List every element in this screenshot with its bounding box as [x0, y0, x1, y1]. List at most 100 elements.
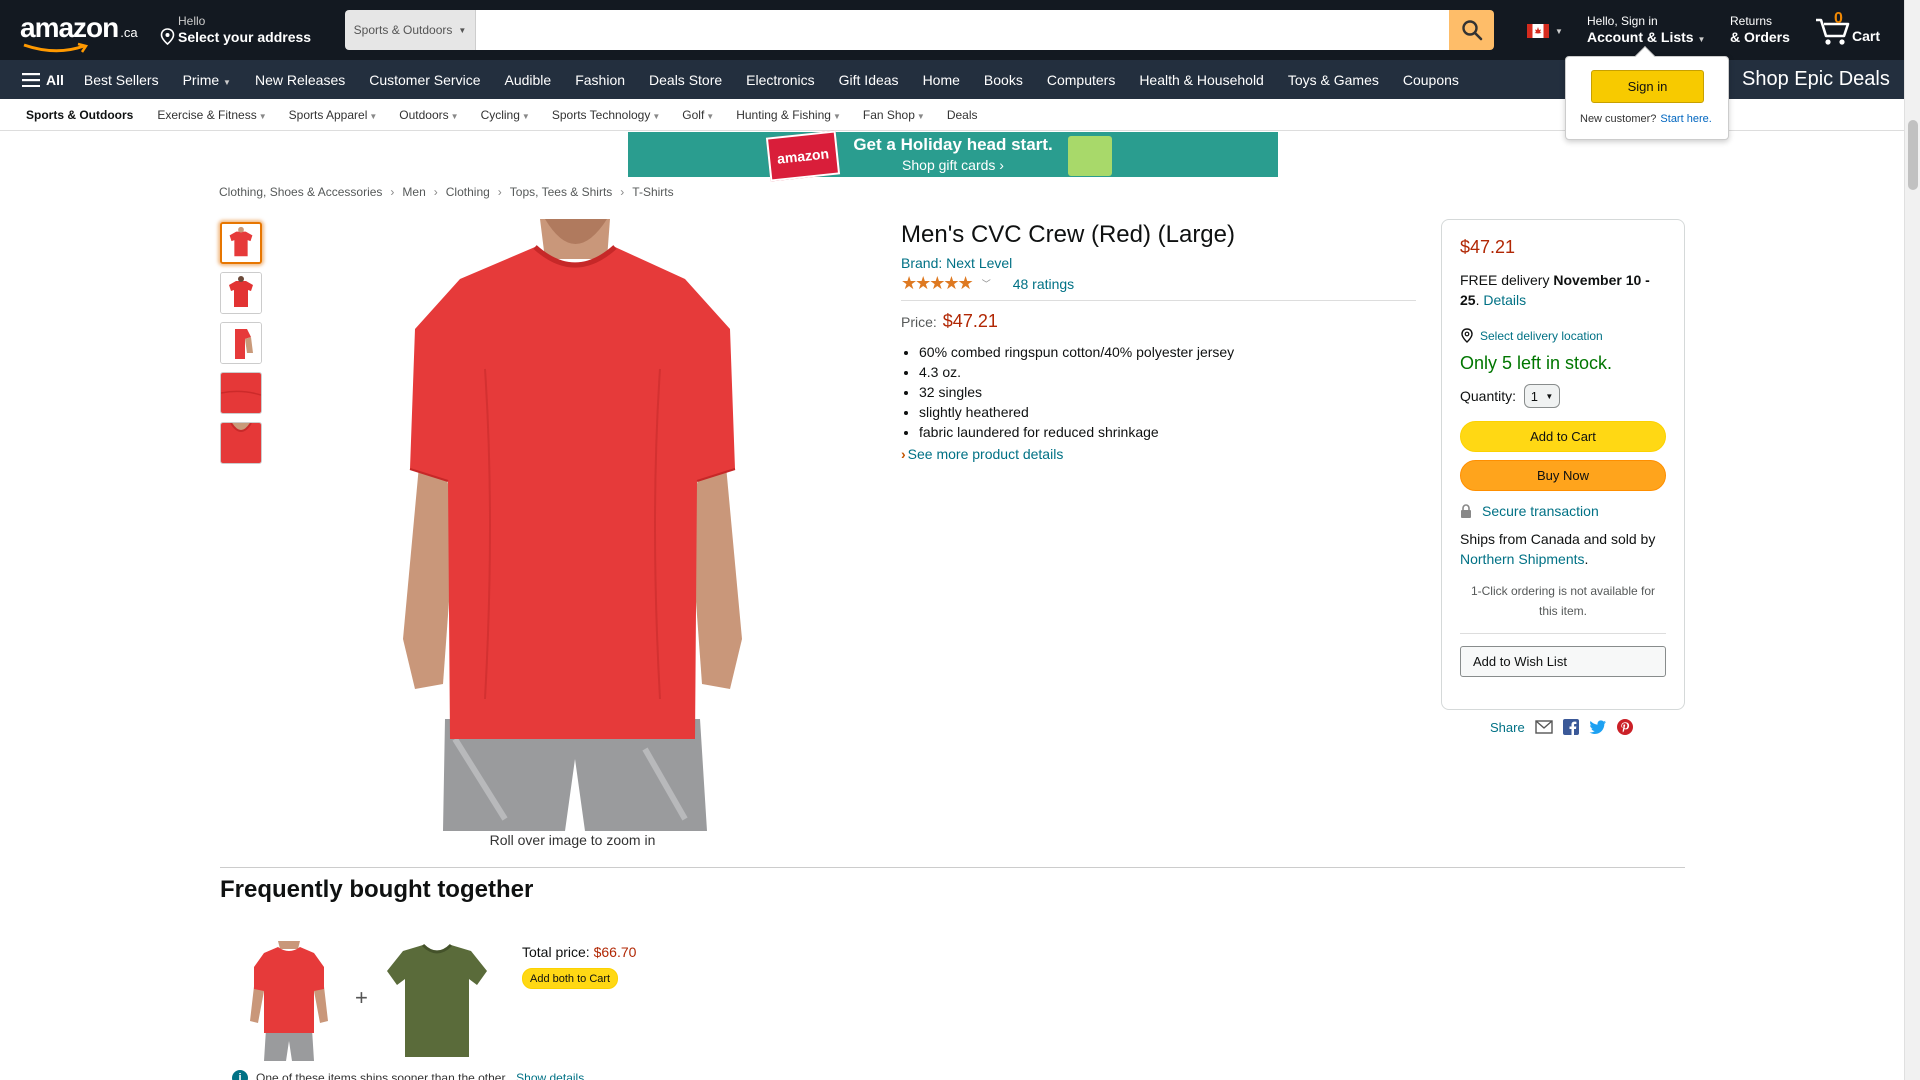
ships-from-info: Ships from Canada and sold by Northern S… — [1460, 529, 1666, 569]
nav-health-household[interactable]: Health & Household — [1139, 72, 1264, 88]
subnav-item-label: Golf — [682, 107, 705, 122]
nav-toys-games[interactable]: Toys & Games — [1288, 72, 1379, 88]
nav-books[interactable]: Books — [984, 72, 1023, 88]
account-lists[interactable]: Hello, Sign in Account & Lists ▼ — [1587, 14, 1705, 49]
fbt-shipping-note: i One of these items ships sooner than t… — [232, 1070, 584, 1080]
breadcrumb-item[interactable]: Tops, Tees & Shirts — [510, 185, 613, 199]
address-greeting: Hello — [178, 14, 206, 28]
all-menu-button[interactable]: All — [22, 72, 64, 88]
signin-button[interactable]: Sign in — [1591, 70, 1704, 103]
nav-audible[interactable]: Audible — [505, 72, 552, 88]
secure-transaction[interactable]: Secure transaction — [1460, 503, 1666, 519]
subnav-cycling[interactable]: Cycling ▼ — [481, 108, 530, 122]
nav-customer-service[interactable]: Customer Service — [369, 72, 480, 88]
rating-row: ★★★★★ ﹀ 48 ratings — [901, 273, 1416, 301]
new-customer-text: New customer? Start here. — [1580, 113, 1712, 125]
ratings-count-link[interactable]: 48 ratings — [1013, 276, 1074, 292]
chevron-down-icon[interactable]: ﹀ — [982, 277, 991, 290]
show-details-link[interactable]: Show details — [516, 1071, 584, 1080]
delivery-details-link[interactable]: Details — [1483, 292, 1526, 308]
all-menu-label: All — [46, 71, 64, 88]
chevron-down-icon: ▼ — [1555, 26, 1563, 36]
breadcrumb-item[interactable]: Clothing — [446, 185, 490, 199]
account-greeting: Hello, Sign in — [1587, 14, 1658, 28]
add-both-to-cart-button[interactable]: Add both to Cart — [522, 968, 619, 989]
add-to-cart-button[interactable]: Add to Cart — [1460, 421, 1666, 452]
cart-label: Cart — [1852, 28, 1881, 44]
main-product-image[interactable] — [385, 219, 760, 831]
twitter-icon[interactable] — [1589, 719, 1607, 735]
nav-best-sellers[interactable]: Best Sellers — [84, 72, 159, 88]
facebook-icon[interactable] — [1562, 719, 1579, 735]
quantity-label: Quantity: — [1460, 388, 1517, 404]
quantity-select[interactable]: 1 ▼ — [1524, 384, 1561, 408]
breadcrumb-item[interactable]: Men — [402, 185, 425, 199]
returns-orders[interactable]: Returns & Orders — [1730, 14, 1790, 46]
feature-bullets: 60% combed ringspun cotton/40% polyester… — [901, 342, 1416, 442]
delivery-address[interactable]: Hello Select your address — [160, 14, 311, 46]
pinterest-icon[interactable] — [1616, 719, 1633, 735]
subnav-item-label: Cycling — [480, 107, 520, 122]
nav-home[interactable]: Home — [923, 72, 960, 88]
start-here-link[interactable]: Start here. — [1660, 113, 1711, 125]
subnav-outdoors[interactable]: Outdoors ▼ — [399, 108, 458, 122]
feature-bullet: 4.3 oz. — [919, 362, 1416, 382]
account-lists-label-wrap: Account & Lists ▼ — [1587, 28, 1705, 49]
thumbnail-1[interactable] — [220, 222, 262, 264]
nav-gift-ideas[interactable]: Gift Ideas — [839, 72, 899, 88]
nav-electronics[interactable]: Electronics — [746, 72, 814, 88]
nav-coupons[interactable]: Coupons — [1403, 72, 1459, 88]
search-button[interactable] — [1449, 10, 1494, 50]
brand-link[interactable]: Brand: Next Level — [901, 255, 1416, 271]
subnav-sports-technology[interactable]: Sports Technology ▼ — [552, 108, 660, 122]
nav-fashion[interactable]: Fashion — [575, 72, 625, 88]
buy-now-button[interactable]: Buy Now — [1460, 460, 1666, 491]
location-pin-icon — [160, 28, 175, 45]
thumbnail-2[interactable] — [220, 272, 262, 314]
subnav-hunting-fishing[interactable]: Hunting & Fishing ▼ — [736, 108, 841, 122]
cart-button[interactable]: 0 Cart — [1814, 10, 1890, 50]
thumbnail-3[interactable] — [220, 322, 262, 364]
thumbnail-5[interactable] — [220, 422, 262, 464]
chevron-down-icon: ▼ — [832, 111, 841, 121]
fbt-item-1-image[interactable] — [248, 941, 330, 1061]
subnav-fan-shop[interactable]: Fan Shop ▼ — [863, 108, 925, 122]
nav-new-releases[interactable]: New Releases — [255, 72, 345, 88]
share-row: Share — [1490, 719, 1633, 735]
nav-computers[interactable]: Computers — [1047, 72, 1115, 88]
feature-bullet: 60% combed ringspun cotton/40% polyester… — [919, 342, 1416, 362]
scrollbar-thumb[interactable] — [1908, 120, 1918, 190]
page-scrollbar[interactable] — [1904, 0, 1920, 1080]
star-rating[interactable]: ★★★★★ — [901, 273, 974, 294]
search-category-dropdown[interactable]: Sports & Outdoors ▼ — [345, 10, 476, 50]
amazon-logo[interactable]: amazon .ca — [20, 12, 138, 53]
email-icon[interactable] — [1535, 720, 1553, 734]
breadcrumb-item[interactable]: T-Shirts — [632, 185, 673, 199]
subnav-item-label: Outdoors — [399, 107, 449, 122]
search-icon — [1461, 20, 1482, 41]
fbt-note-text: One of these items ships sooner than the… — [256, 1071, 509, 1080]
nav-promo-link[interactable]: Shop Epic Deals — [1742, 68, 1890, 91]
subnav-exercise-fitness[interactable]: Exercise & Fitness ▼ — [157, 108, 266, 122]
subnav-golf[interactable]: Golf ▼ — [682, 108, 714, 122]
language-selector[interactable]: ▼ — [1527, 24, 1563, 38]
nav-prime[interactable]: Prime ▼ — [183, 72, 231, 88]
subnav-title[interactable]: Sports & Outdoors — [26, 108, 133, 122]
subnav-deals[interactable]: Deals — [947, 108, 978, 122]
add-to-wishlist-button[interactable]: Add to Wish List — [1460, 646, 1666, 677]
nav-deals-store[interactable]: Deals Store — [649, 72, 722, 88]
tshirt-front-thumb — [222, 224, 260, 262]
thumbnail-4[interactable] — [220, 372, 262, 414]
select-location-link[interactable]: Select delivery location — [1460, 328, 1666, 343]
breadcrumb: Clothing, Shoes & Accessories › Men › Clot… — [219, 185, 674, 199]
chevron-down-icon: ▼ — [521, 111, 530, 121]
canada-flag-icon — [1527, 24, 1549, 38]
breadcrumb-item[interactable]: Clothing, Shoes & Accessories — [219, 185, 382, 199]
gift-card-banner[interactable]: amazon Get a Holiday head start. Shop gi… — [628, 130, 1278, 182]
search-input[interactable] — [476, 10, 1449, 50]
seller-link[interactable]: Northern Shipments — [1460, 551, 1585, 567]
fbt-item-2-image[interactable] — [385, 941, 490, 1061]
subnav-sports-apparel[interactable]: Sports Apparel ▼ — [289, 108, 378, 122]
see-more-details-link[interactable]: › See more product details — [901, 446, 1416, 462]
olive-tshirt-image — [385, 941, 490, 1061]
